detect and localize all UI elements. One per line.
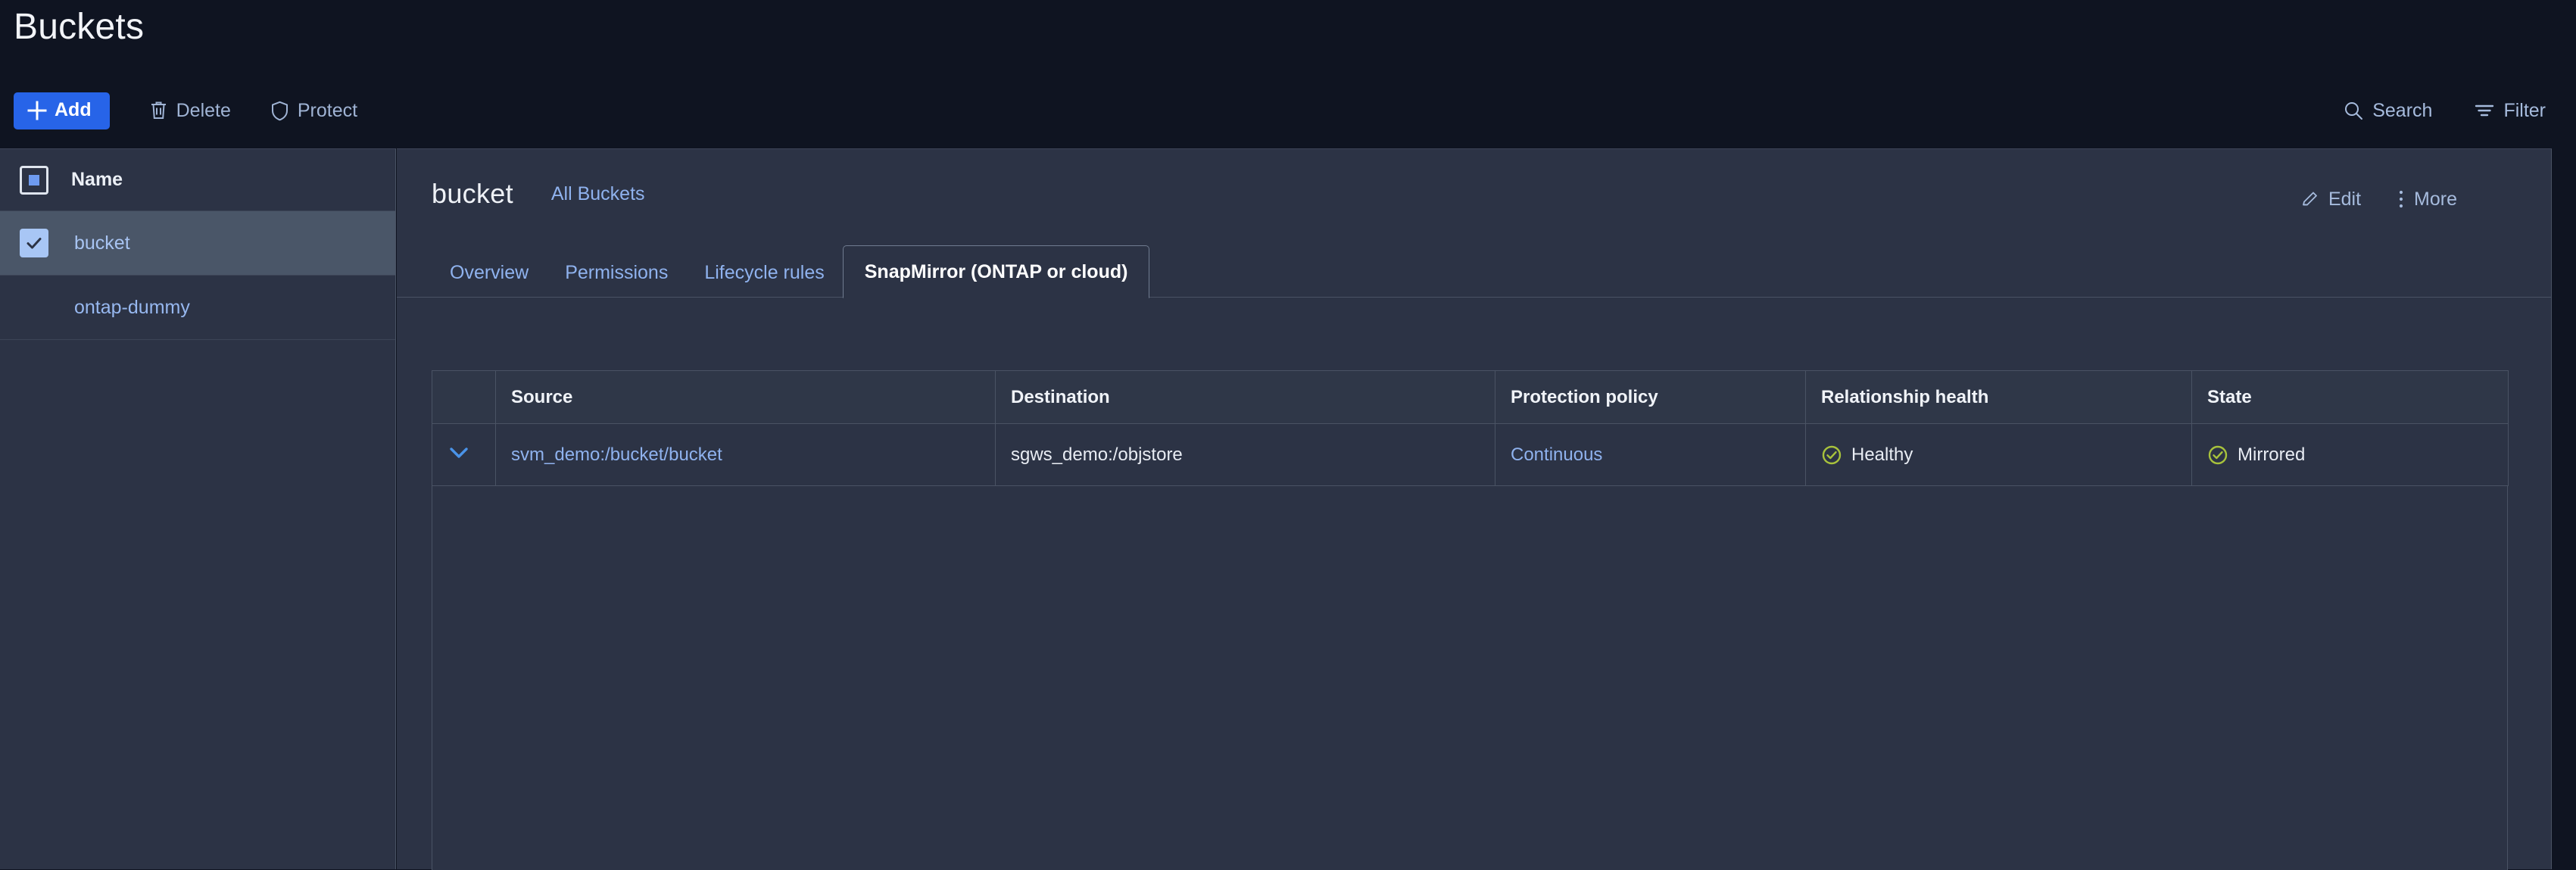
cell-source: svm_demo:/bucket/bucket [495,423,996,486]
bucket-detail-panel: bucket All Buckets Edit More Overview Pe… [397,148,2552,870]
cell-destination: sgws_demo:/objstore [995,423,1495,486]
protect-button-label: Protect [297,99,358,121]
snapmirror-table-container: Source Destination Protection policy Rel… [432,370,2509,870]
table-row[interactable]: svm_demo:/bucket/bucket sgws_demo:/objst… [432,423,2509,486]
shield-icon [270,101,289,121]
sidebar-column-header-name: Name [71,169,123,190]
page-title: Buckets [14,7,145,47]
protection-policy-link[interactable]: Continuous [1511,444,1602,465]
column-header-destination: Destination [995,370,1495,424]
add-button[interactable]: Add [14,92,110,129]
pencil-icon [2301,190,2319,208]
row-expand-toggle[interactable] [432,423,496,486]
chevron-down-icon [448,445,470,460]
sidebar-item-label: bucket [74,232,130,254]
table-header-row: Source Destination Protection policy Rel… [432,370,2509,424]
panel-actions: Edit More [2298,174,2551,214]
search-icon [2344,101,2363,120]
trash-icon [149,101,168,120]
plus-icon [27,101,47,120]
delete-button[interactable]: Delete [129,93,251,128]
toolbar: Add Delete Protect Search Filter [0,83,2576,138]
detail-tabs: Overview Permissions Lifecycle rules Sna… [397,239,2551,298]
protect-button[interactable]: Protect [251,93,377,129]
tab-snapmirror[interactable]: SnapMirror (ONTAP or cloud) [842,245,1150,298]
source-link[interactable]: svm_demo:/bucket/bucket [511,444,722,465]
column-header-expander [432,370,496,424]
tab-overview[interactable]: Overview [432,263,547,298]
edit-button-label: Edit [2328,188,2362,210]
toolbar-right-group: Search Filter [2341,96,2576,125]
column-header-protection-policy: Protection policy [1495,370,1806,424]
panel-title: bucket [432,178,513,209]
check-circle-icon [1821,444,1842,466]
column-header-source: Source [495,370,996,424]
table-empty-area [432,486,2508,870]
row-checkbox[interactable] [20,229,48,257]
filter-button[interactable]: Filter [2472,96,2549,125]
tab-permissions[interactable]: Permissions [547,263,686,298]
health-status-text: Healthy [1851,444,1913,465]
cell-protection-policy: Continuous [1495,423,1806,486]
add-button-label: Add [55,99,92,120]
kebab-menu-icon [2397,189,2405,209]
sidebar-item-label: ontap-dummy [74,296,190,318]
column-header-state: State [2191,370,2509,424]
status-badge-state: Mirrored [2207,444,2493,466]
edit-button[interactable]: Edit [2298,186,2364,214]
delete-button-label: Delete [176,99,231,121]
state-status-text: Mirrored [2238,444,2306,465]
row-checkbox-placeholder [20,293,48,322]
more-button[interactable]: More [2394,185,2460,214]
cell-state: Mirrored [2191,423,2509,486]
sidebar-item-ontap-dummy[interactable]: ontap-dummy [0,276,395,340]
buckets-sidebar: Name bucket ontap-dummy [0,148,396,869]
panel-header: bucket All Buckets Edit More [397,149,2551,239]
snapmirror-table: Source Destination Protection policy Rel… [432,370,2509,486]
table-header: Source Destination Protection policy Rel… [432,370,2509,424]
cell-relationship-health: Healthy [1805,423,2192,486]
breadcrumb-all-buckets[interactable]: All Buckets [551,183,645,205]
filter-icon [2475,101,2494,120]
filter-button-label: Filter [2503,99,2546,121]
column-header-relationship-health: Relationship health [1805,370,2192,424]
check-circle-icon [2207,444,2228,466]
search-button[interactable]: Search [2341,96,2435,125]
more-button-label: More [2414,188,2457,210]
status-badge-health: Healthy [1821,444,2176,466]
sidebar-header-row: Name [0,149,395,211]
table-body: svm_demo:/bucket/bucket sgws_demo:/objst… [432,423,2509,486]
sidebar-item-bucket[interactable]: bucket [0,211,395,276]
toolbar-left-group: Add Delete Protect [0,92,377,129]
search-button-label: Search [2372,99,2433,121]
select-all-checkbox[interactable] [20,165,48,195]
tab-lifecycle-rules[interactable]: Lifecycle rules [686,263,842,298]
